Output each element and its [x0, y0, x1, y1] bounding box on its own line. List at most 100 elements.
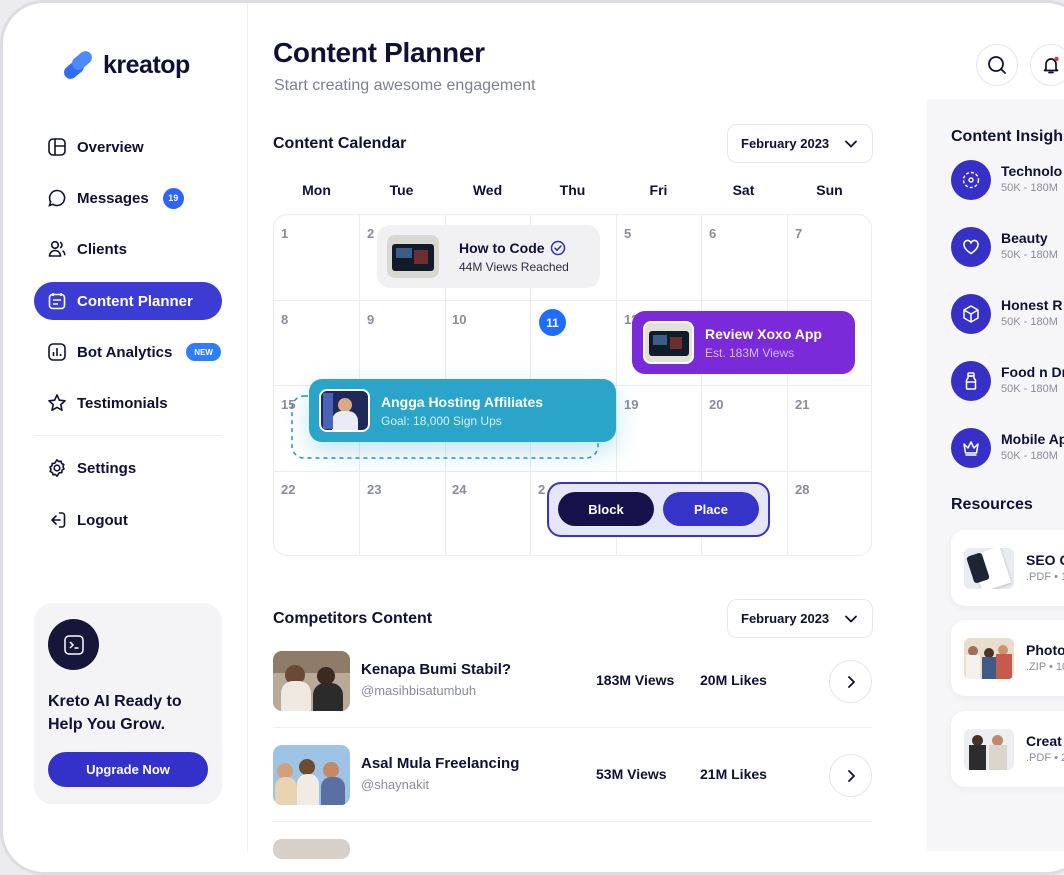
sidebar-item-messages[interactable]: Messages 19	[34, 179, 222, 217]
calendar-day[interactable]: 20	[709, 397, 723, 412]
chevron-right-icon	[847, 769, 855, 782]
event-details: How to Code 44M Views Reached	[459, 240, 569, 274]
sidebar-item-label: Overview	[77, 138, 144, 156]
event-title: How to Code	[459, 239, 545, 256]
competitor-row[interactable]: Asal Mula Freelancing @shaynakit 53M Vie…	[273, 745, 872, 807]
selected-month: February 2023	[741, 136, 830, 151]
event-review-xoxo-app[interactable]: Review Xoxo App Est. 183M Views	[632, 311, 855, 374]
calendar-day[interactable]: 8	[281, 312, 288, 327]
calendar-day[interactable]: 6	[709, 226, 716, 241]
weekday-label: Mon	[302, 182, 331, 198]
insights-title: Content Insigh	[951, 128, 1063, 145]
insight-name: Mobile Ap	[1001, 431, 1064, 447]
resource-meta: .PDF • 2	[1026, 752, 1064, 764]
calendar-day[interactable]: 28	[795, 482, 809, 497]
notifications-button[interactable]	[1030, 44, 1064, 86]
competitor-views: 183M Views	[596, 672, 675, 688]
competitor-title: Kenapa Bumi Stabil?	[361, 661, 512, 678]
resource-thumbnail	[964, 729, 1014, 770]
heart-icon	[951, 227, 991, 267]
competitor-thumbnail	[273, 839, 350, 859]
resources-title: Resources	[951, 496, 1033, 513]
event-title: Angga Hosting Affiliates	[381, 393, 544, 410]
resource-name: Photo	[1026, 642, 1064, 658]
logo-icon	[61, 48, 95, 82]
competitor-title: Asal Mula Freelancing	[361, 755, 520, 772]
calendar-day[interactable]: 9	[367, 312, 374, 327]
open-competitor-button[interactable]	[829, 754, 872, 797]
calendar-day[interactable]: 1	[281, 226, 288, 241]
weekday-label: Thu	[559, 182, 586, 198]
sidebar-item-settings[interactable]: Settings	[34, 449, 222, 487]
insight-range: 50K - 180M	[1001, 316, 1058, 328]
calendar-day[interactable]: 2	[538, 482, 545, 497]
calendar-day[interactable]: 19	[624, 397, 638, 412]
calendar-day[interactable]: 23	[367, 482, 381, 497]
star-icon	[48, 394, 66, 411]
event-how-to-code[interactable]: How to Code 44M Views Reached	[377, 225, 600, 288]
page-subtitle: Start creating awesome engagement	[274, 77, 536, 94]
brand-logo[interactable]: kreatop	[61, 48, 190, 82]
calendar-day[interactable]: 5	[624, 226, 631, 241]
page-title: Content Planner	[273, 37, 485, 68]
event-details: Review Xoxo App Est. 183M Views	[705, 326, 822, 360]
calendar-day-today[interactable]: 11	[539, 309, 566, 336]
resource-card[interactable]: SEO C .PDF • 1	[951, 530, 1064, 606]
weekday-label: Sun	[816, 182, 843, 198]
brand-name: kreatop	[103, 50, 190, 79]
sidebar-item-label: Messages	[77, 189, 149, 207]
event-thumbnail	[643, 321, 694, 364]
calendar-icon	[48, 293, 66, 310]
competitor-thumbnail	[273, 651, 350, 711]
search-icon	[988, 56, 1006, 74]
resource-card[interactable]: Creat .PDF • 2	[951, 711, 1064, 787]
calendar-day[interactable]: 22	[281, 482, 295, 497]
terminal-icon	[48, 619, 99, 670]
calendar-day[interactable]: 7	[795, 226, 802, 241]
open-competitor-button[interactable]	[829, 660, 872, 703]
sidebar-item-label: Settings	[77, 459, 137, 477]
event-angga-hosting-affiliates[interactable]: Angga Hosting Affiliates Goal: 18,000 Si…	[309, 379, 616, 442]
chevron-down-icon	[845, 615, 857, 623]
sidebar-item-content-planner[interactable]: Content Planner	[34, 282, 222, 320]
sidebar: kreatop Overview Messages 19 Clients Con…	[3, 3, 248, 851]
block-button[interactable]: Block	[558, 492, 654, 526]
sidebar-item-logout[interactable]: Logout	[34, 501, 222, 539]
place-button[interactable]: Place	[663, 492, 759, 526]
sidebar-item-overview[interactable]: Overview	[34, 128, 222, 166]
competitors-month-select[interactable]: February 2023	[727, 599, 873, 638]
chat-icon	[48, 189, 66, 207]
calendar-month-select[interactable]: February 2023	[727, 124, 873, 163]
insight-range: 50K - 180M	[1001, 383, 1058, 395]
weekday-label: Wed	[472, 182, 503, 198]
calendar-day[interactable]: 21	[795, 397, 809, 412]
unread-badge: 19	[162, 187, 184, 209]
calendar-day[interactable]: 24	[452, 482, 466, 497]
competitor-likes: 20M Likes	[700, 672, 767, 688]
app-window: kreatop Overview Messages 19 Clients Con…	[0, 0, 1064, 875]
resource-thumbnail	[964, 638, 1014, 679]
sidebar-item-testimonials[interactable]: Testimonials	[34, 384, 222, 422]
calendar-day[interactable]: 10	[452, 312, 466, 327]
insight-range: 50K - 180M	[1001, 182, 1058, 194]
competitors-title: Competitors Content	[273, 610, 433, 627]
atom-icon	[951, 160, 991, 200]
sidebar-item-label: Logout	[77, 511, 128, 529]
event-thumbnail	[319, 389, 370, 432]
sidebar-item-clients[interactable]: Clients	[34, 230, 222, 268]
row-divider	[273, 821, 872, 822]
gear-icon	[49, 459, 65, 477]
calendar-day[interactable]: 2	[367, 226, 374, 241]
upgrade-now-button[interactable]: Upgrade Now	[48, 752, 208, 787]
resource-name: Creat	[1026, 733, 1062, 749]
resource-card[interactable]: Photo .ZIP • 10	[951, 620, 1064, 696]
sidebar-item-label: Testimonials	[77, 394, 168, 412]
weekday-label: Tue	[389, 182, 414, 198]
resource-meta: .PDF • 1	[1026, 571, 1064, 583]
search-button[interactable]	[976, 44, 1018, 86]
logout-icon	[50, 512, 66, 528]
resource-thumbnail	[964, 548, 1014, 589]
grid-line	[274, 471, 871, 472]
competitor-row[interactable]: Kenapa Bumi Stabil? @masihbisatumbuh 183…	[273, 651, 872, 713]
sidebar-item-bot-analytics[interactable]: Bot Analytics NEW	[34, 333, 222, 371]
